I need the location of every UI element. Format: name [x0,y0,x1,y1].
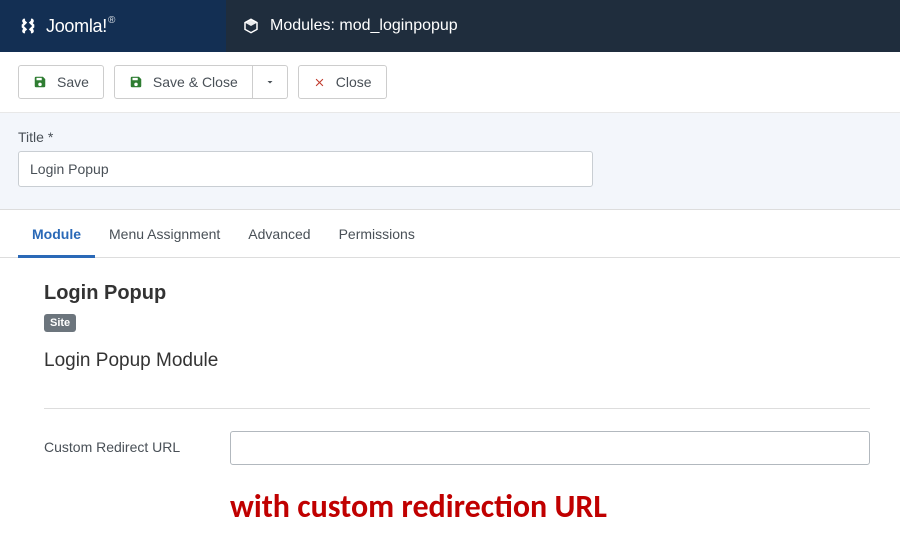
joomla-icon [18,16,38,36]
topbar: Joomla! ® Modules: mod_loginpopup [0,0,900,52]
field-row-redirect: Custom Redirect URL with custom redirect… [44,431,870,526]
tab-module[interactable]: Module [18,213,95,258]
save-icon [33,75,47,89]
toolbar: Save Save & Close Close [0,52,900,113]
redirect-url-label: Custom Redirect URL [44,431,230,455]
close-label: Close [336,74,372,90]
close-button[interactable]: Close [298,65,387,99]
redirect-url-input[interactable] [230,431,870,465]
save-close-label: Save & Close [153,74,238,90]
tab-content: Login Popup Site Login Popup Module Cust… [0,258,900,550]
chevron-down-icon [264,76,276,88]
page-header: Modules: mod_loginpopup [226,17,458,35]
tab-menu-assignment[interactable]: Menu Assignment [95,213,234,258]
brand-name: Joomla! [46,16,107,37]
save-close-button[interactable]: Save & Close [114,65,253,99]
save-label: Save [57,74,89,90]
module-description: Login Popup Module [44,350,870,372]
page-title: Modules: mod_loginpopup [270,17,458,35]
save-button[interactable]: Save [18,65,104,99]
divider [44,408,870,409]
module-heading: Login Popup [44,282,870,305]
module-icon [242,17,260,35]
save-icon [129,75,143,89]
close-icon [313,76,326,89]
client-badge: Site [44,314,76,332]
tab-advanced[interactable]: Advanced [234,213,324,258]
save-close-group: Save & Close [114,65,288,99]
brand-reg: ® [108,15,115,26]
tabs: Module Menu Assignment Advanced Permissi… [0,212,900,258]
save-dropdown-button[interactable] [253,65,288,99]
title-form-area: Title * [0,113,900,210]
tab-permissions[interactable]: Permissions [325,213,429,258]
annotation-text: with custom redirection URL [230,487,870,526]
title-input[interactable] [18,151,593,187]
title-label: Title * [18,129,882,145]
brand[interactable]: Joomla! ® [0,0,226,52]
